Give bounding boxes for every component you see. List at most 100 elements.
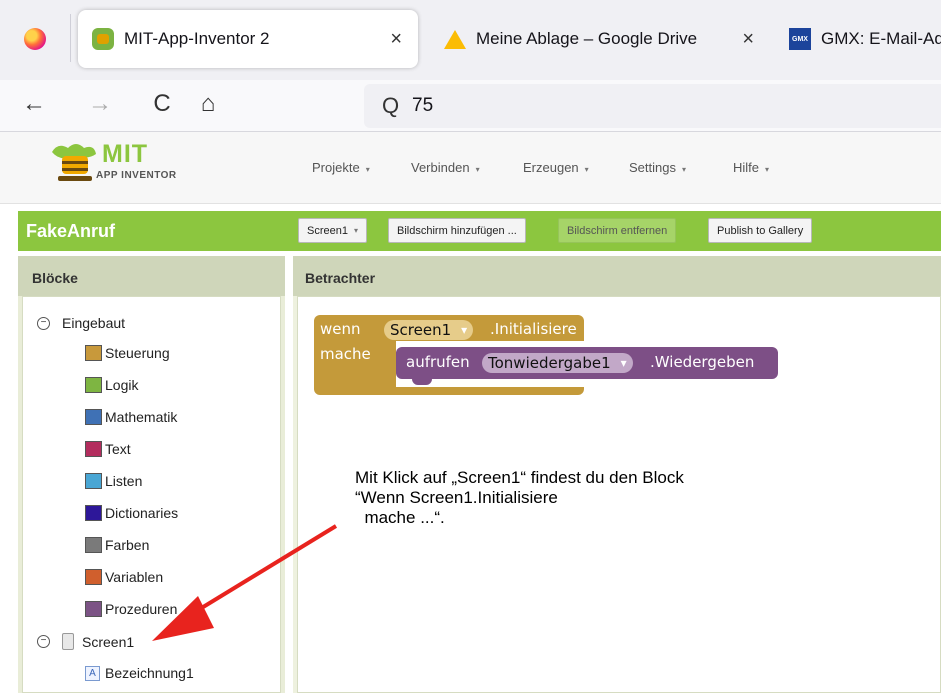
tree-item-label: Bezeichnung1 bbox=[105, 665, 194, 681]
app-inventor-header: MIT APP INVENTOR Projekte ▾ Verbinden ▾ Er… bbox=[0, 132, 941, 204]
annotation-line: Mit Klick auf „Screen1“ findest du den B… bbox=[355, 468, 684, 487]
category-color-icon bbox=[85, 569, 102, 585]
category-color-icon bbox=[85, 441, 102, 457]
search-icon: Q bbox=[382, 93, 400, 118]
menu-erzeugen[interactable]: Erzeugen ▾ bbox=[523, 160, 589, 175]
tree-item-label: Mathematik bbox=[105, 409, 178, 425]
screen-component-dropdown[interactable]: Screen1 bbox=[384, 320, 474, 340]
remove-screen-button[interactable]: Bildschirm entfernen bbox=[558, 218, 677, 243]
tab-title: Meine Ablage – Google Drive bbox=[476, 29, 698, 48]
tab-google-drive[interactable]: Meine Ablage – Google Drive × bbox=[430, 10, 770, 68]
collapse-icon[interactable]: − bbox=[37, 316, 50, 330]
tab-mit-app-inventor[interactable]: MIT-App-Inventor 2 × bbox=[78, 10, 418, 68]
category-color-icon bbox=[85, 377, 102, 393]
tree-item-variablen[interactable]: Variablen bbox=[85, 569, 163, 585]
google-drive-favicon-icon bbox=[444, 29, 466, 49]
project-name: FakeAnruf bbox=[26, 221, 116, 241]
menu-label: Hilfe bbox=[733, 160, 760, 175]
tree-item-mathematik[interactable]: Mathematik bbox=[85, 409, 177, 425]
tutorial-annotation: Mit Klick auf „Screen1“ findest du den B… bbox=[355, 468, 684, 528]
tree-item-screen1[interactable]: − Screen1 bbox=[37, 633, 134, 650]
forward-arrow-icon[interactable]: → bbox=[84, 90, 116, 118]
screen-icon bbox=[62, 633, 74, 650]
url-input[interactable] bbox=[412, 95, 912, 117]
menu-label: Erzeugen bbox=[523, 160, 579, 175]
chevron-down-icon: ▾ bbox=[365, 165, 370, 174]
firefox-icon[interactable] bbox=[24, 28, 46, 50]
viewer-panel-title: Betrachter bbox=[293, 256, 941, 296]
close-tab-icon[interactable]: × bbox=[390, 28, 402, 51]
browser-tab-bar: MIT-App-Inventor 2 × Meine Ablage – Goog… bbox=[0, 0, 941, 80]
tree-item-logik[interactable]: Logik bbox=[85, 377, 138, 393]
annotation-line: “Wenn Screen1.Initialisiere bbox=[355, 488, 558, 507]
category-color-icon bbox=[85, 601, 102, 617]
app-inventor-logo-subtext: APP INVENTOR bbox=[96, 170, 177, 181]
category-color-icon bbox=[85, 345, 102, 361]
sound-component-dropdown[interactable]: Tonwiedergabe1 bbox=[482, 353, 633, 373]
category-color-icon bbox=[85, 409, 102, 425]
gmx-favicon-icon: GMX bbox=[789, 28, 811, 50]
menu-label: Projekte bbox=[312, 160, 360, 175]
tab-gmx[interactable]: GMX GMX: E-Mail-Ad bbox=[775, 10, 941, 68]
tree-item-label: Text bbox=[105, 441, 131, 457]
address-bar[interactable]: Q bbox=[364, 84, 941, 128]
call-block-connector bbox=[412, 379, 432, 385]
tree-item-builtin[interactable]: − Eingebaut bbox=[37, 315, 125, 331]
mit-app-inventor-favicon-icon bbox=[92, 28, 114, 50]
back-arrow-icon[interactable]: ← bbox=[18, 90, 50, 118]
menu-settings[interactable]: Settings ▾ bbox=[629, 160, 686, 175]
app-inventor-logo-text: MIT bbox=[102, 140, 149, 168]
menu-label: Settings bbox=[629, 160, 676, 175]
chevron-down-icon: ▾ bbox=[765, 165, 770, 174]
publish-to-gallery-button[interactable]: Publish to Gallery bbox=[708, 218, 813, 243]
tree-item-prozeduren[interactable]: Prozeduren bbox=[85, 601, 177, 617]
browser-nav-bar: ← → C ⌂ Q bbox=[0, 80, 941, 132]
project-toolbar: FakeAnruf Screen1 ▾ Bildschirm hinzufüge… bbox=[18, 211, 941, 251]
category-color-icon bbox=[85, 505, 102, 521]
collapse-icon[interactable]: − bbox=[37, 635, 50, 648]
block-method-name: .Wiedergeben bbox=[650, 353, 755, 371]
close-tab-icon[interactable]: × bbox=[742, 28, 754, 51]
block-keyword-call: aufrufen bbox=[406, 353, 470, 371]
app-inventor-bee-logo-icon[interactable] bbox=[44, 138, 104, 186]
tree-item-label: Steuerung bbox=[105, 345, 170, 361]
chevron-down-icon: ▾ bbox=[353, 226, 358, 235]
tree-item-steuerung[interactable]: Steuerung bbox=[85, 345, 170, 361]
tree-item-label: Listen bbox=[105, 473, 143, 489]
annotation-line: mache ...“. bbox=[355, 508, 445, 527]
tree-item-label: Dictionaries bbox=[105, 505, 179, 521]
tree-item-label: Farben bbox=[105, 537, 150, 553]
block-keyword-do: mache bbox=[320, 345, 371, 363]
tab-title: MIT-App-Inventor 2 bbox=[124, 29, 270, 48]
tree-item-label: Eingebaut bbox=[62, 315, 126, 331]
menu-verbinden[interactable]: Verbinden ▾ bbox=[411, 160, 480, 175]
tree-item-bezeichnung1[interactable]: A Bezeichnung1 bbox=[85, 665, 194, 681]
tab-title: GMX: E-Mail-Ad bbox=[821, 29, 941, 48]
menu-hilfe[interactable]: Hilfe ▾ bbox=[733, 160, 769, 175]
tree-item-dictionaries[interactable]: Dictionaries bbox=[85, 505, 178, 521]
tab-separator bbox=[70, 14, 71, 62]
tree-item-label: Logik bbox=[105, 377, 139, 393]
screen-select-dropdown[interactable]: Screen1 ▾ bbox=[298, 218, 367, 243]
tree-item-label: Variablen bbox=[105, 569, 164, 585]
tree-item-listen[interactable]: Listen bbox=[85, 473, 142, 489]
chevron-down-icon: ▾ bbox=[584, 165, 589, 174]
block-keyword-when: wenn bbox=[320, 320, 361, 338]
tree-item-label: Prozeduren bbox=[105, 601, 178, 617]
menu-label: Verbinden bbox=[411, 160, 470, 175]
tree-item-text[interactable]: Text bbox=[85, 441, 131, 457]
menu-projekte[interactable]: Projekte ▾ bbox=[312, 160, 370, 175]
reload-icon[interactable]: C bbox=[146, 90, 178, 118]
chevron-down-icon: ▾ bbox=[681, 165, 686, 174]
blocks-tree: − Eingebaut Steuerung Logik Mathematik T… bbox=[22, 296, 281, 693]
tree-item-label: Screen1 bbox=[82, 633, 135, 650]
category-color-icon bbox=[85, 473, 102, 489]
sound-play-call-block[interactable]: aufrufen Tonwiedergabe1 .Wiedergeben bbox=[396, 347, 778, 379]
home-icon[interactable]: ⌂ bbox=[192, 90, 224, 118]
label-component-icon: A bbox=[85, 665, 100, 681]
tree-item-farben[interactable]: Farben bbox=[85, 537, 149, 553]
block-event-name: .Initialisiere bbox=[490, 320, 577, 338]
blocks-panel: Blöcke − Eingebaut Steuerung Logik Mathe… bbox=[18, 256, 285, 693]
add-screen-button[interactable]: Bildschirm hinzufügen ... bbox=[388, 218, 526, 243]
category-color-icon bbox=[85, 537, 102, 553]
